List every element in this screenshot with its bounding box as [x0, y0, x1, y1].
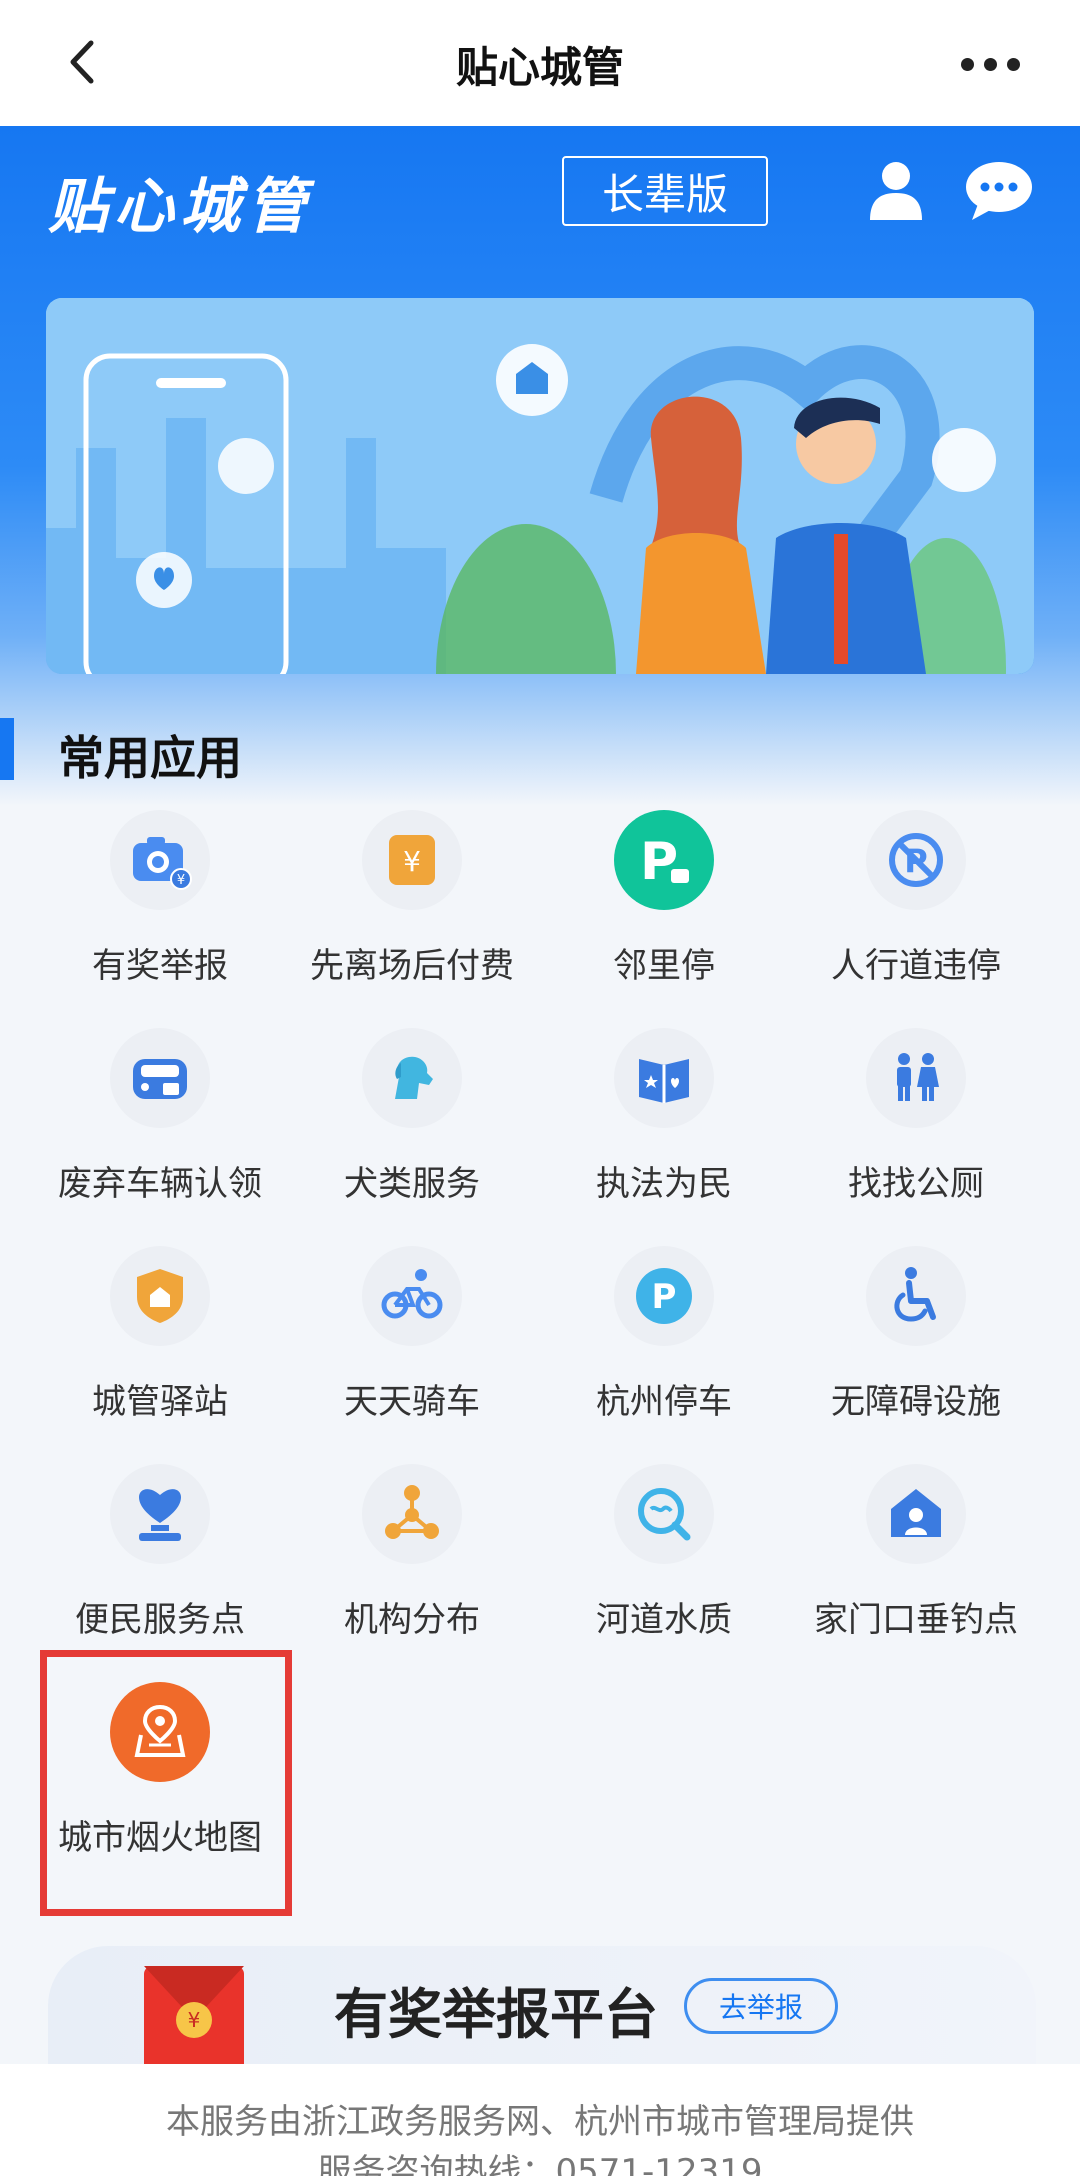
app-label: 机构分布 [344, 1600, 480, 1640]
app-label: 找找公厕 [848, 1164, 984, 1204]
dog-icon [362, 1028, 462, 1128]
wheelchair-icon [866, 1246, 966, 1346]
promo-banner[interactable] [46, 298, 1034, 674]
more-menu-button[interactable] [940, 34, 1040, 94]
app-label: 人行道违停 [831, 946, 1001, 986]
app-label: 无障碍设施 [831, 1382, 1001, 1422]
camera-reward-icon: ¥ [110, 810, 210, 910]
water-search-icon [614, 1464, 714, 1564]
hotline-text[interactable]: 服务咨询热线：0571-12319 [0, 2144, 1080, 2176]
banner-illustration [46, 298, 1034, 674]
app-label: 家门口垂钓点 [814, 1600, 1018, 1640]
app-urban-station[interactable]: 城管驿站 [34, 1246, 286, 1446]
app-daily-cycling[interactable]: 天天骑车 [286, 1246, 538, 1446]
more-dot-icon [983, 57, 997, 71]
app-law-enforcement[interactable]: 执法为民 [538, 1028, 790, 1228]
svg-text:P: P [652, 1277, 677, 1317]
app-label: 杭州停车 [596, 1382, 732, 1422]
svg-text:P: P [640, 832, 678, 892]
app-dog-service[interactable]: 犬类服务 [286, 1028, 538, 1228]
law-book-icon [614, 1028, 714, 1128]
toilet-icon [866, 1028, 966, 1128]
section-title: 常用应用 [58, 731, 242, 785]
car-icon [110, 1028, 210, 1128]
neighborhood-parking-icon: P [614, 810, 714, 910]
app-convenience-service-point[interactable]: 便民服务点 [34, 1464, 286, 1664]
app-label: 天天骑车 [344, 1382, 480, 1422]
app-label: 城管驿站 [92, 1382, 228, 1422]
app-sidewalk-illegal-parking[interactable]: P 人行道违停 [790, 810, 1042, 1010]
heart-hand-icon [110, 1464, 210, 1564]
yuan-coin-icon: ¥ [362, 810, 462, 910]
bicycle-icon [362, 1246, 462, 1346]
svg-text:¥: ¥ [188, 2008, 201, 2032]
no-parking-icon: P [866, 810, 966, 910]
parking-icon: P [614, 1246, 714, 1346]
app-label: 先离场后付费 [310, 946, 514, 986]
app-accessibility-facilities[interactable]: 无障碍设施 [790, 1246, 1042, 1446]
more-dot-icon [960, 57, 974, 71]
fishing-house-icon [866, 1464, 966, 1564]
app-river-water-quality[interactable]: 河道水质 [538, 1464, 790, 1664]
app-label: 执法为民 [596, 1164, 732, 1204]
top-nav-bar: 贴心城管 [0, 0, 1080, 126]
page-title: 贴心城管 [455, 43, 624, 92]
app-label: 犬类服务 [344, 1164, 480, 1204]
section-accent-bar [0, 718, 14, 780]
app-label: 有奖举报 [92, 946, 228, 986]
message-icon[interactable] [964, 160, 1034, 222]
promo-title: 有奖举报平台 [334, 1983, 658, 2046]
shield-house-icon [110, 1246, 210, 1346]
app-label: 河道水质 [596, 1600, 732, 1640]
highlight-box [40, 1650, 292, 1916]
elder-mode-button[interactable]: 长辈版 [562, 156, 768, 226]
app-label: 便民服务点 [75, 1600, 245, 1640]
app-doorstep-fishing-spot[interactable]: 家门口垂钓点 [790, 1464, 1042, 1664]
footer: 本服务由浙江政务服务网、杭州市城市管理局提供 服务咨询热线：0571-12319 [0, 2064, 1080, 2176]
more-dot-icon [1006, 57, 1020, 71]
app-label: 废弃车辆认领 [58, 1164, 262, 1204]
app-reward-report[interactable]: ¥ 有奖举报 [34, 810, 286, 1010]
app-label: 邻里停 [613, 946, 715, 986]
svg-text:¥: ¥ [177, 873, 185, 888]
app-leave-first-pay-later[interactable]: ¥ 先离场后付费 [286, 810, 538, 1010]
svg-text:¥: ¥ [403, 845, 421, 878]
app-find-toilet[interactable]: 找找公厕 [790, 1028, 1042, 1228]
user-icon[interactable] [868, 160, 924, 222]
network-icon [362, 1464, 462, 1564]
app-hangzhou-parking[interactable]: P 杭州停车 [538, 1246, 790, 1446]
go-report-button[interactable]: 去举报 [684, 1978, 838, 2034]
app-institution-distribution[interactable]: 机构分布 [286, 1464, 538, 1664]
brand-logo: 贴心城管 [48, 172, 312, 242]
service-provider-text: 本服务由浙江政务服务网、杭州市城市管理局提供 [166, 2102, 914, 2142]
app-abandoned-vehicle-claim[interactable]: 废弃车辆认领 [34, 1028, 286, 1228]
app-neighborhood-parking[interactable]: P 邻里停 [538, 810, 790, 1010]
